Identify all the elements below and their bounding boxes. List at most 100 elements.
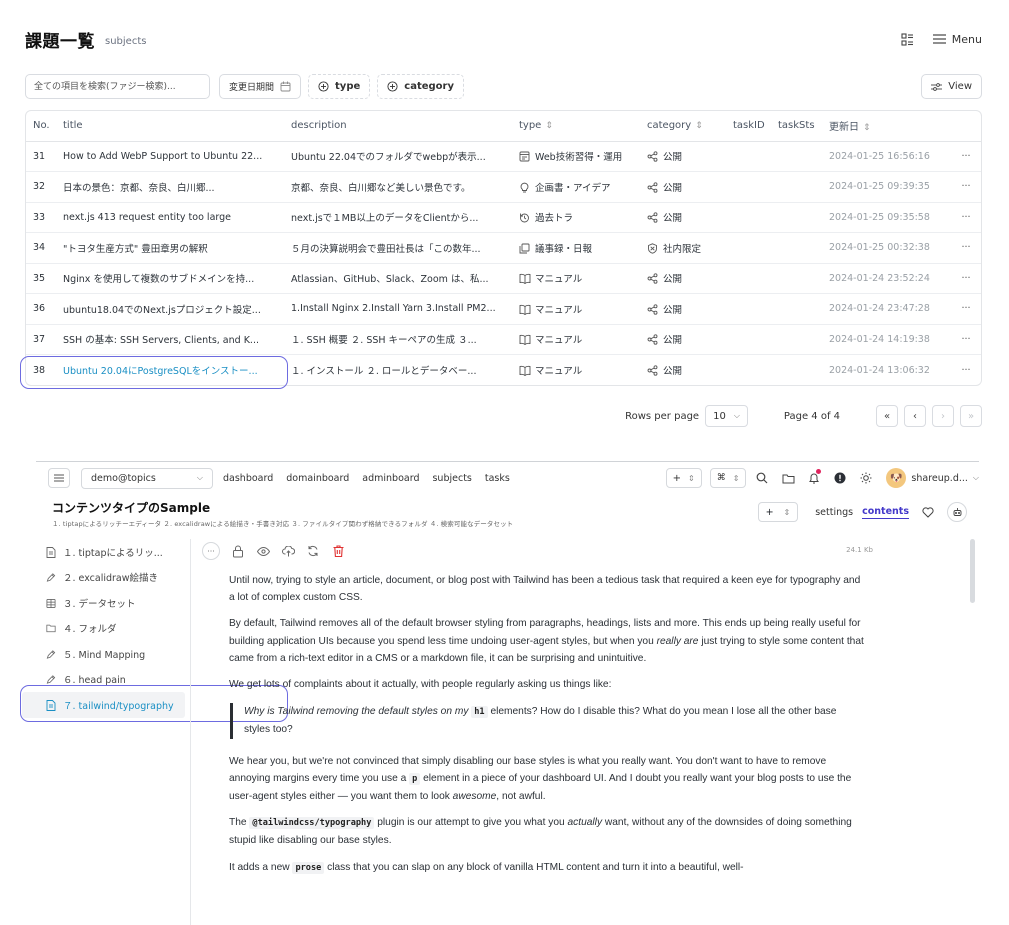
row-title[interactable]: Ubuntu 20.04にPostgreSQLをインストー... [56, 355, 284, 386]
table-row[interactable]: 35 Nginx を使用して複数のサブドメインを持... Atlassian、Git… [26, 263, 981, 294]
date-range-filter[interactable]: 変更日期間 [219, 74, 302, 99]
folder-search-button[interactable] [778, 468, 798, 488]
bot-button[interactable] [947, 502, 967, 522]
sort-icon[interactable]: ⇕ [545, 121, 553, 131]
nav-link-subjects[interactable]: subjects [432, 473, 471, 484]
row-title[interactable]: SSH の基本: SSH Servers, Clients, and K... [56, 324, 284, 355]
tab-contents[interactable]: contents [862, 506, 909, 519]
row-menu-button[interactable]: ··· [949, 324, 981, 355]
table-row[interactable]: 38 Ubuntu 20.04にPostgreSQLをインストー... １. インス… [26, 355, 981, 386]
search-input[interactable] [25, 74, 210, 99]
updown-icon: ⇕ [732, 473, 740, 483]
cloud-upload-icon[interactable] [281, 544, 295, 558]
row-title[interactable]: 日本の景色：京都、奈良、白川郷... [56, 171, 284, 203]
row-menu-button[interactable]: ··· [949, 141, 981, 172]
sidebar-toggle-button[interactable] [48, 468, 70, 488]
row-category: 公開 [640, 171, 726, 203]
table-row[interactable]: 31 How to Add WebP Support to Ubuntu 22..… [26, 141, 981, 172]
more-icon[interactable]: ··· [202, 542, 220, 560]
prev-page-button[interactable]: ‹ [904, 405, 926, 427]
row-menu-button[interactable]: ··· [949, 293, 981, 325]
theme-toggle-button[interactable] [856, 468, 876, 488]
layout-toggle-icon[interactable] [899, 30, 917, 48]
row-title[interactable]: next.js 413 request entity too large [56, 202, 284, 233]
row-tasksts [771, 171, 822, 203]
table-row[interactable]: 32 日本の景色：京都、奈良、白川郷... 京都、奈良、白川郷など美しい景色です。 企… [26, 171, 981, 203]
category-filter[interactable]: category [377, 74, 464, 99]
sort-icon[interactable]: ⇕ [695, 121, 703, 131]
sidebar-item-label: ６. head pain [63, 675, 126, 687]
alert-button[interactable] [830, 468, 850, 488]
row-menu-button[interactable]: ··· [949, 263, 981, 294]
row-type: Web技術習得・運用 [512, 141, 640, 172]
book-icon [519, 273, 531, 285]
row-taskid [726, 202, 771, 233]
col-updated[interactable]: 更新日 ⇕ [822, 111, 949, 142]
type-filter[interactable]: type [308, 74, 371, 99]
sidebar-item[interactable]: ４. フォルダ [36, 616, 186, 642]
row-menu-button[interactable]: ··· [949, 202, 981, 233]
menu-button[interactable]: Menu [932, 33, 982, 46]
plus-icon: + [672, 472, 682, 484]
row-menu-button[interactable]: ··· [949, 232, 981, 264]
favorite-button[interactable] [918, 502, 938, 522]
tab-settings[interactable]: settings [815, 507, 853, 518]
share-icon [647, 304, 658, 315]
col-updated-label: 更新日 [829, 122, 859, 134]
lock-icon[interactable] [231, 544, 245, 558]
file-size: 24.1 Kb [846, 546, 873, 554]
chevron-down-icon: ⌵ [972, 473, 979, 482]
row-type: 議事録・日報 [512, 232, 640, 264]
eye-icon[interactable] [256, 544, 270, 558]
nav-link-adminboard[interactable]: adminboard [362, 473, 419, 484]
first-page-button[interactable]: « [876, 405, 898, 427]
table-row[interactable]: 36 ubuntu18.04でのNext.jsプロジェクト設定... 1.Insta… [26, 293, 981, 325]
row-type: 過去トラ [512, 202, 640, 233]
nav-link-domainboard[interactable]: domainboard [286, 473, 349, 484]
row-updated: 2024-01-25 09:35:58 [822, 202, 949, 233]
workspace-select[interactable]: demo@topics ⌵ [81, 467, 213, 489]
sidebar-item[interactable]: ７. tailwind/typography [22, 692, 185, 718]
add-content-button[interactable]: + ⇕ [757, 502, 799, 522]
paragraph: We hear you, but we're not convinced tha… [229, 755, 852, 803]
prose-content[interactable]: Until now, trying to style an article, d… [200, 572, 885, 877]
row-no: 34 [26, 232, 56, 264]
row-description: 京都、奈良、白川郷など美しい景色です。 [284, 171, 512, 203]
sort-icon[interactable]: ⇕ [863, 123, 871, 133]
row-menu-button[interactable]: ··· [949, 171, 981, 203]
sidebar-item[interactable]: １. tiptapによるリッ... [36, 539, 186, 565]
nav-link-dashboard[interactable]: dashboard [223, 473, 273, 484]
user-menu[interactable]: 🐶 shareup.d... ⌵ [886, 468, 979, 488]
sidebar-item[interactable]: ６. head pain [36, 667, 186, 693]
row-menu-button[interactable]: ··· [949, 355, 981, 386]
row-category-label: 公開 [663, 182, 683, 194]
rows-per-page-label: Rows per page [625, 410, 700, 422]
col-type[interactable]: type ⇕ [512, 111, 640, 142]
sidebar-item-label: １. tiptapによるリッ... [63, 547, 163, 559]
trash-icon[interactable] [331, 544, 345, 558]
search-button[interactable] [752, 468, 772, 488]
scrollbar[interactable] [970, 539, 975, 603]
table-row[interactable]: 34 "トヨタ生産方式" 豊田章男の解釈 ５月の決算説明会で豊田社長は「この数年..… [26, 232, 981, 264]
row-title[interactable]: Nginx を使用して複数のサブドメインを持... [56, 263, 284, 294]
row-description: Atlassian、GitHub、Slack、Zoom は、私... [284, 263, 512, 294]
next-page-button[interactable]: › [932, 405, 954, 427]
notifications-button[interactable] [804, 468, 824, 488]
shortcut-button[interactable]: ⌘ ⇕ [709, 468, 747, 488]
row-title[interactable]: "トヨタ生産方式" 豊田章男の解釈 [56, 232, 284, 264]
table-row[interactable]: 37 SSH の基本: SSH Servers, Clients, and K..… [26, 324, 981, 355]
sidebar-item[interactable]: ５. Mind Mapping [36, 641, 186, 667]
rows-per-page-select[interactable]: 10 ⌵ [705, 405, 748, 427]
sidebar-item[interactable]: ２. excalidraw絵描き [36, 565, 186, 591]
view-button[interactable]: View [921, 74, 982, 99]
add-button[interactable]: + ⇕ [665, 468, 702, 488]
nav-link-tasks[interactable]: tasks [485, 473, 510, 484]
col-category[interactable]: category ⇕ [640, 111, 726, 142]
refresh-icon[interactable] [306, 544, 320, 558]
last-page-button[interactable]: » [960, 405, 982, 427]
row-title[interactable]: ubuntu18.04でのNext.jsプロジェクト設定... [56, 293, 284, 325]
table-row[interactable]: 33 next.js 413 request entity too large ne… [26, 202, 981, 233]
sidebar-item[interactable]: ３. データセット [36, 590, 186, 616]
rich-text-editor[interactable]: ··· 24.1 Kb Until now, trying to style a… [200, 539, 885, 925]
row-title[interactable]: How to Add WebP Support to Ubuntu 22... [56, 141, 284, 172]
